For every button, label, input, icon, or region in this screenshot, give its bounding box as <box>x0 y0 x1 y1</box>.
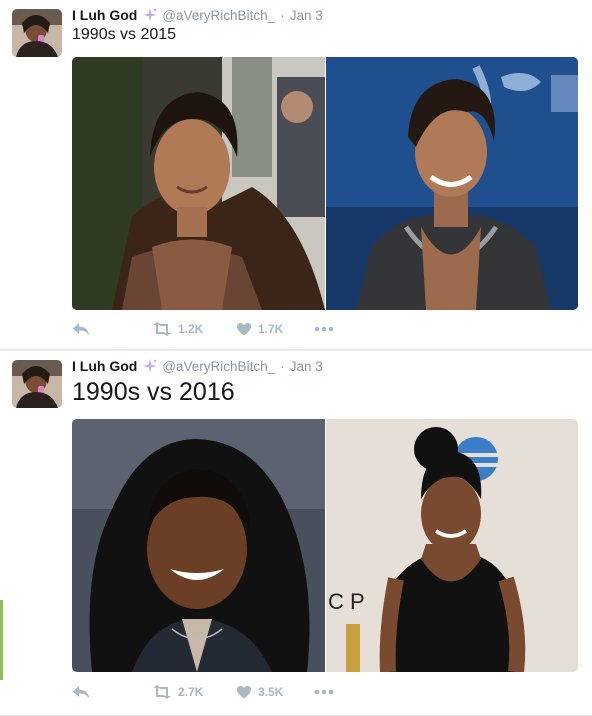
more-dots-icon <box>314 689 334 695</box>
like-count: 3.5K <box>258 685 284 699</box>
like-button[interactable]: 3.5K <box>236 683 314 701</box>
photo-1990s[interactable] <box>72 419 325 672</box>
retweet-icon <box>153 685 171 699</box>
separator-dot: · <box>280 7 285 23</box>
photo-1990s[interactable] <box>72 57 325 310</box>
tweet-date[interactable]: Jan 3 <box>290 8 323 23</box>
like-count: 1.7K <box>258 322 284 336</box>
retweet-button[interactable]: 2.7K <box>152 683 236 701</box>
heart-icon <box>237 323 251 336</box>
separator-dot: · <box>280 358 285 374</box>
tweet-media[interactable] <box>72 57 578 310</box>
retweet-count: 1.2K <box>178 322 204 336</box>
reply-button[interactable] <box>72 683 152 701</box>
tweet[interactable]: I Luh God @aVeryRichBitch_ · Jan 3 1990s… <box>0 351 592 716</box>
author-name[interactable]: I Luh God <box>72 7 137 23</box>
sparkle-emoji-icon <box>142 7 158 23</box>
avatar[interactable] <box>12 360 62 408</box>
avatar[interactable] <box>12 9 62 57</box>
author-name[interactable]: I Luh God <box>72 358 137 374</box>
tweet-header: I Luh God @aVeryRichBitch_ · Jan 3 <box>72 6 323 24</box>
reply-icon <box>73 323 89 335</box>
tweet-actions: 1.2K 1.7K <box>72 320 334 338</box>
like-button[interactable]: 1.7K <box>236 320 314 338</box>
left-edge-decoration <box>0 600 3 680</box>
retweet-count: 2.7K <box>178 685 204 699</box>
more-button[interactable] <box>314 320 334 338</box>
tweet-header: I Luh God @aVeryRichBitch_ · Jan 3 <box>72 357 323 375</box>
more-button[interactable] <box>314 683 334 701</box>
tweet-text: 1990s vs 2015 <box>72 26 177 43</box>
tweet-media[interactable]: C P <box>72 419 578 672</box>
tweet[interactable]: I Luh God @aVeryRichBitch_ · Jan 3 1990s… <box>0 0 592 350</box>
svg-text:C P: C P <box>328 589 365 614</box>
tweet-text: 1990s vs 2016 <box>72 378 235 406</box>
heart-icon <box>237 686 251 699</box>
retweet-button[interactable]: 1.2K <box>152 320 236 338</box>
tweet-actions: 2.7K 3.5K <box>72 683 334 701</box>
reply-button[interactable] <box>72 320 152 338</box>
photo-2016[interactable]: C P <box>326 419 578 672</box>
sparkle-emoji-icon <box>142 358 158 374</box>
tweet-date[interactable]: Jan 3 <box>290 359 323 374</box>
author-handle[interactable]: @aVeryRichBitch_ <box>162 359 275 374</box>
retweet-icon <box>153 322 171 336</box>
more-dots-icon <box>314 326 334 332</box>
reply-icon <box>73 686 89 698</box>
photo-2015[interactable] <box>326 57 578 310</box>
author-handle[interactable]: @aVeryRichBitch_ <box>162 8 275 23</box>
